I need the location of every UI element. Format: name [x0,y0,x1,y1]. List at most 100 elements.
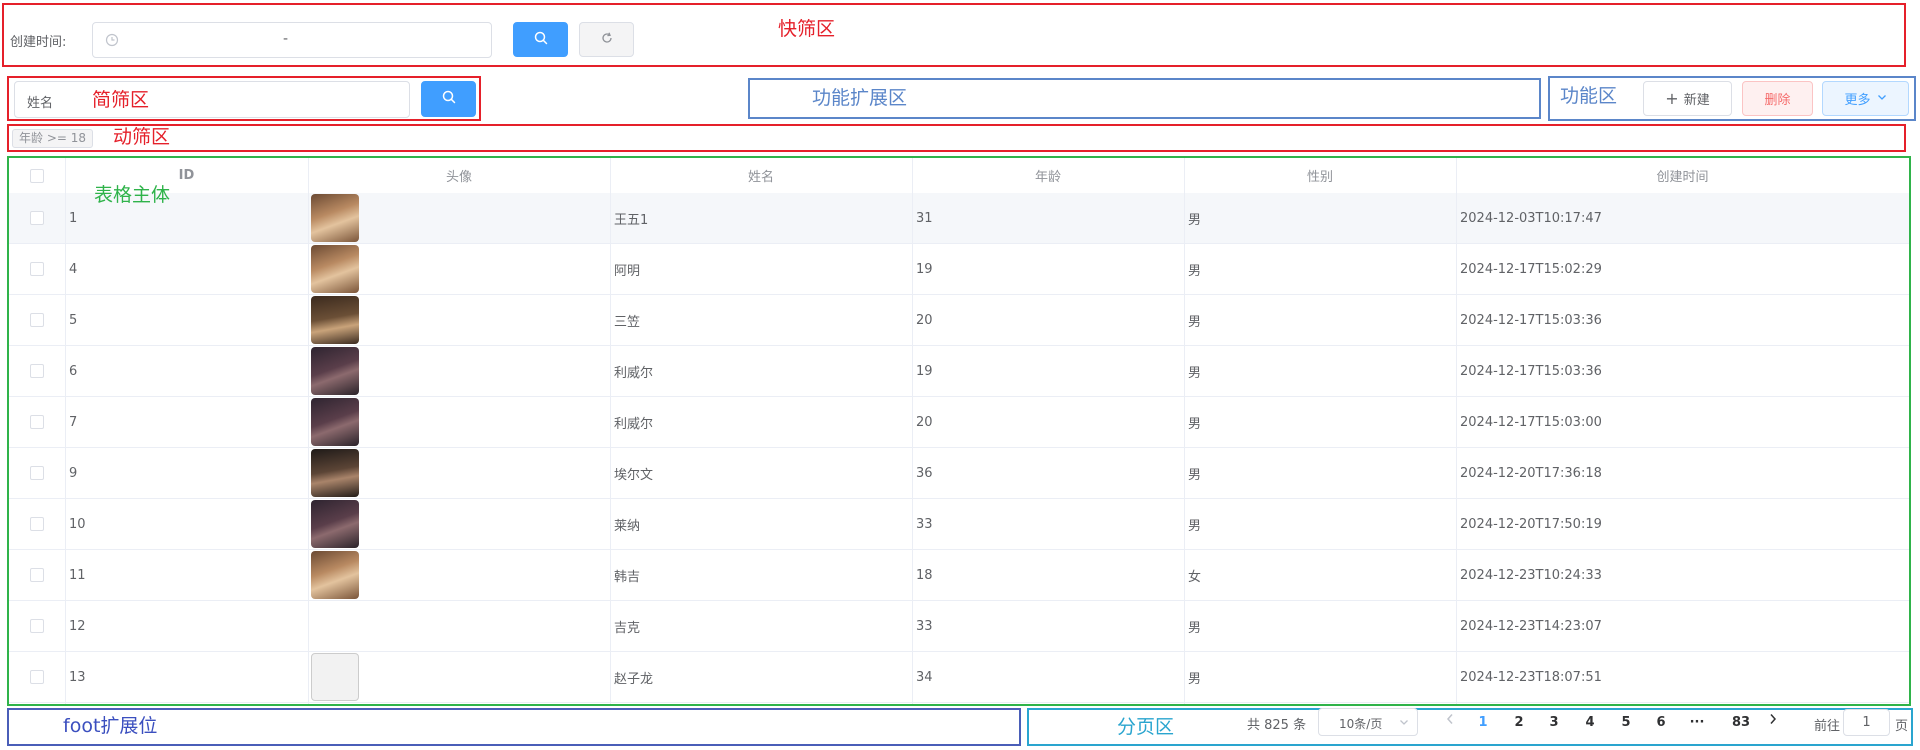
row-gender-cell: 男 [1188,467,1202,483]
table-row[interactable]: 13 赵子龙 34 男 2024-12-23T18:07:51 [9,652,1909,703]
row-select-cell [9,448,65,498]
row-age-cell: 20 [916,414,933,430]
name-filter-input[interactable]: 姓名 [14,81,410,118]
clock-icon [105,33,119,51]
avatar-image[interactable] [311,449,359,497]
next-page-button[interactable] [1763,713,1783,735]
delete-button-label: 删除 [1764,93,1791,108]
row-age-cell: 20 [916,312,933,328]
avatar-image[interactable] [311,551,359,599]
header-name[interactable]: 姓名 [610,158,912,193]
avatar-image[interactable] [311,194,359,242]
row-checkbox[interactable] [30,568,44,582]
row-select-cell [9,550,65,600]
avatar-image[interactable] [311,653,359,701]
row-gender-cell: 男 [1188,518,1202,534]
column-divider [308,158,309,704]
goto-page-input[interactable]: 1 [1843,709,1890,736]
filter-tag[interactable]: 年龄 >= 18 [12,129,94,148]
table-row[interactable]: 4 阿明 19 男 2024-12-17T15:02:29 [9,244,1909,295]
row-checkbox[interactable] [30,619,44,633]
row-checkbox[interactable] [30,364,44,378]
new-button[interactable]: + 新建 [1643,81,1732,116]
chevron-right-icon [1768,714,1778,729]
row-created-cell: 2024-12-20T17:36:18 [1460,465,1602,481]
page-size-select[interactable]: 10条/页 [1318,708,1418,736]
row-gender-cell: 男 [1188,365,1202,381]
row-name-cell: 埃尔文 [614,467,654,483]
row-created-cell: 2024-12-17T15:03:36 [1460,363,1602,379]
row-gender-cell: 男 [1188,416,1202,432]
row-checkbox[interactable] [30,517,44,531]
row-id-cell: 11 [69,567,86,583]
page-number[interactable]: 4 [1579,712,1601,734]
column-divider [65,158,66,704]
select-all-checkbox[interactable] [30,168,44,183]
page-number[interactable]: 6 [1650,712,1672,734]
row-avatar-cell [308,601,610,651]
table-row[interactable]: 5 三笠 20 男 2024-12-17T15:03:36 [9,295,1909,346]
table-row[interactable]: 9 埃尔文 36 男 2024-12-20T17:36:18 [9,448,1909,499]
row-id-cell: 6 [69,363,78,379]
row-name-cell: 阿明 [614,263,641,279]
row-age-cell: 31 [916,210,933,226]
quick-search-button[interactable] [513,22,568,57]
pagination-zone-label: 分页区 [1117,716,1175,738]
page-number[interactable]: 83 [1727,712,1755,734]
plus-icon: + [1665,88,1679,108]
row-select-cell [9,193,65,243]
row-id-cell: 4 [69,261,78,277]
row-checkbox[interactable] [30,313,44,327]
row-id-cell: 13 [69,669,86,685]
avatar-image[interactable] [311,347,359,395]
goto-label: 前往 [1814,719,1841,734]
avatar-image[interactable] [311,245,359,293]
page-number[interactable]: 3 [1543,712,1565,734]
more-dropdown-button[interactable]: 更多 [1822,81,1909,116]
avatar-image[interactable] [311,398,359,446]
row-avatar-cell [308,244,610,294]
avatar-image[interactable] [311,296,359,344]
search-icon [534,31,548,49]
table-row[interactable]: 11 韩吉 18 女 2024-12-23T10:24:33 [9,550,1909,601]
avatar-image[interactable] [311,500,359,548]
prev-page-button[interactable] [1440,713,1460,735]
row-name-cell: 韩吉 [614,569,641,585]
row-checkbox[interactable] [30,670,44,684]
header-avatar[interactable]: 头像 [308,158,610,193]
row-name-cell: 利威尔 [614,416,654,432]
table-row[interactable]: 1 王五1 31 男 2024-12-03T10:17:47 [9,193,1909,244]
header-created[interactable]: 创建时间 [1456,158,1909,193]
quick-reset-button[interactable] [579,22,634,57]
table-row[interactable]: 6 利威尔 19 男 2024-12-17T15:03:36 [9,346,1909,397]
table-row[interactable]: 10 莱纳 33 男 2024-12-20T17:50:19 [9,499,1909,550]
column-divider [610,158,611,704]
simple-search-button[interactable] [421,81,476,117]
actions-zone-label: 功能区 [1560,85,1618,107]
row-created-cell: 2024-12-23T18:07:51 [1460,669,1602,685]
page-number[interactable]: 5 [1615,712,1637,734]
table-row[interactable]: 12 吉克 33 男 2024-12-23T14:23:07 [9,601,1909,652]
row-checkbox[interactable] [30,415,44,429]
row-avatar-cell [308,550,610,600]
row-checkbox[interactable] [30,211,44,225]
header-age[interactable]: 年龄 [912,158,1184,193]
row-gender-cell: 女 [1188,569,1202,585]
page-ellipsis[interactable]: ··· [1686,712,1708,734]
row-name-cell: 王五1 [614,212,649,228]
page-number[interactable]: 2 [1508,712,1530,734]
row-id-cell: 5 [69,312,78,328]
column-divider [1456,158,1457,704]
row-checkbox[interactable] [30,262,44,276]
row-gender-cell: 男 [1188,212,1202,228]
header-gender[interactable]: 性别 [1184,158,1456,193]
chevron-down-icon [1399,716,1409,731]
row-select-cell [9,244,65,294]
table-row[interactable]: 7 利威尔 20 男 2024-12-17T15:03:00 [9,397,1909,448]
date-range-picker[interactable]: - [92,22,492,58]
row-name-cell: 利威尔 [614,365,654,381]
row-created-cell: 2024-12-17T15:03:00 [1460,414,1602,430]
row-checkbox[interactable] [30,466,44,480]
page-number[interactable]: 1 [1472,712,1494,734]
delete-button[interactable]: 删除 [1742,81,1813,116]
